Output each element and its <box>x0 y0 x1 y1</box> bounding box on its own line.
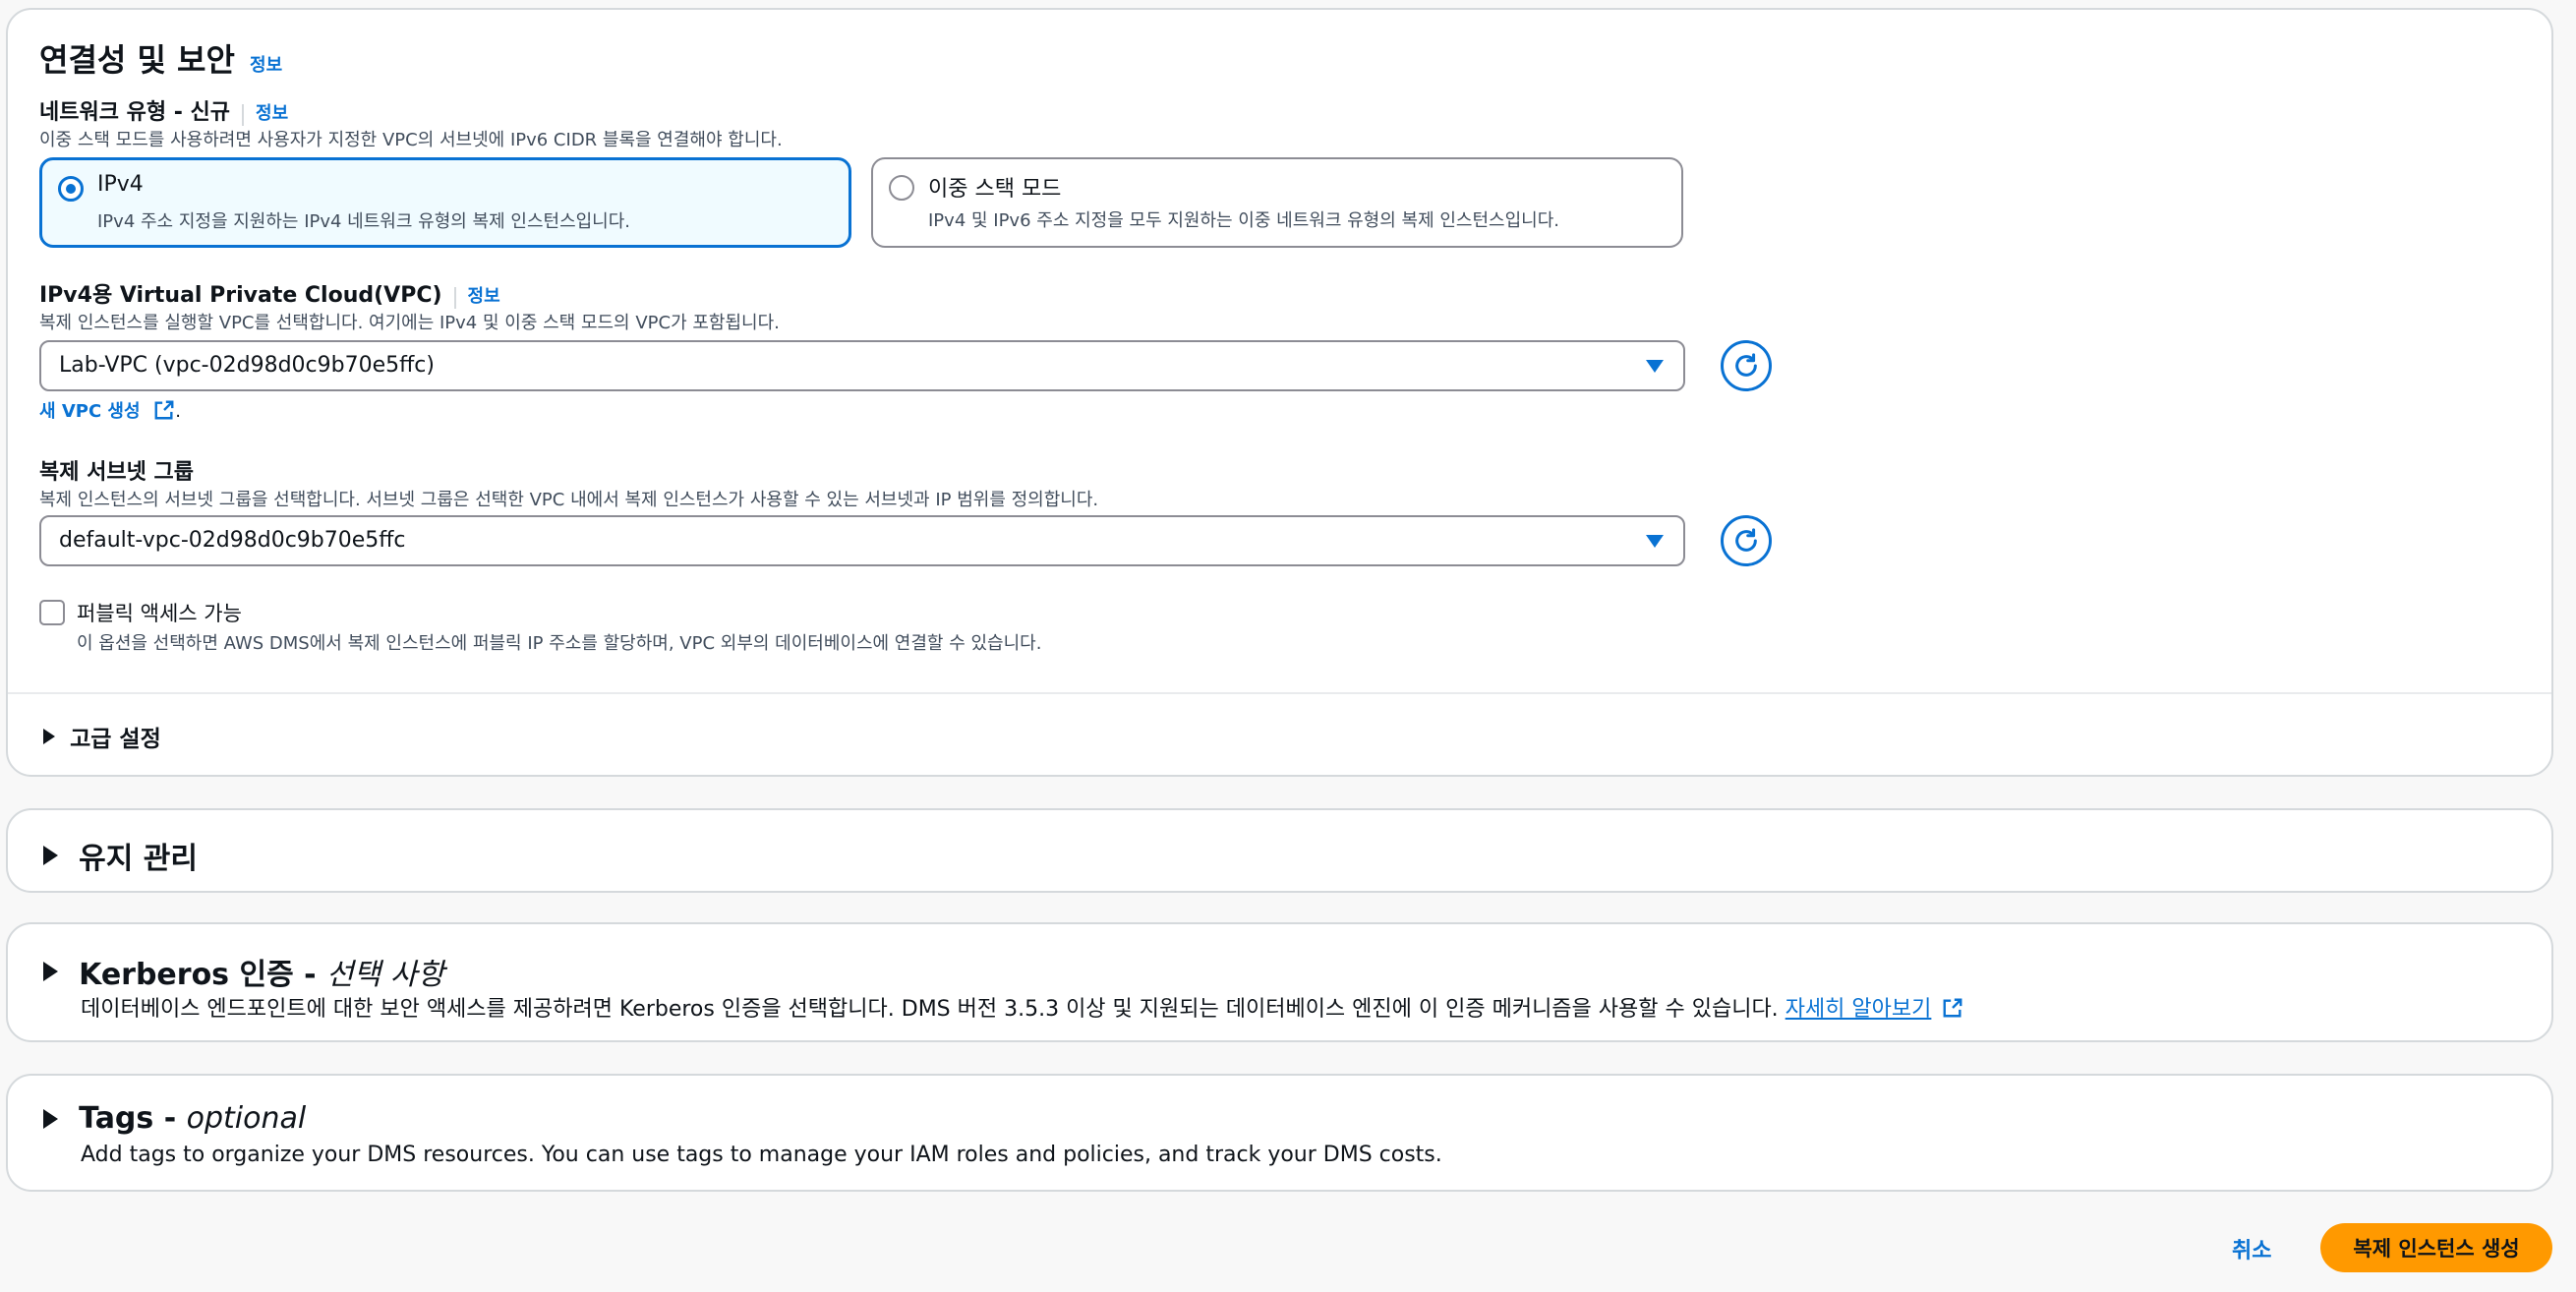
create-vpc-suffix: . <box>175 401 182 422</box>
separator <box>453 286 456 309</box>
dualstack-description: IPv4 및 IPv6 주소 지정을 모두 지원하는 이중 네트워크 유형의 복… <box>928 210 1559 231</box>
tags-panel: Tags - optional Add tags to organize you… <box>6 1074 2553 1192</box>
tags-title-optional: optional <box>186 1101 307 1136</box>
subnet-refresh-button[interactable] <box>1721 515 1772 566</box>
vpc-description: 복제 인스턴스를 실행할 VPC를 선택합니다. 여기에는 IPv4 및 이중 … <box>39 313 780 333</box>
external-link-icon <box>154 400 174 420</box>
maintenance-toggle[interactable]: 유지 관리 <box>43 834 198 877</box>
subnet-group-description: 복제 인스턴스의 서브넷 그룹을 선택합니다. 서브넷 그룹은 선택한 VPC … <box>39 490 1099 510</box>
create-vpc-link[interactable]: 새 VPC 생성 <box>39 401 141 422</box>
ipv4-title: IPv4 <box>97 172 144 197</box>
vpc-label-row: IPv4용 Virtual Private Cloud(VPC) 정보 <box>39 277 500 309</box>
dualstack-title: 이중 스택 모드 <box>928 177 1062 202</box>
ipv4-radio[interactable] <box>58 176 84 202</box>
caret-down-icon <box>1646 360 1664 373</box>
kerberos-panel: Kerberos 인증 - 선택 사항 데이터베이스 엔드포인트에 대한 보안 … <box>6 922 2553 1042</box>
subnet-group-select-value: default-vpc-02d98d0c9b70e5ffc <box>59 528 406 553</box>
network-type-label-row: 네트워크 유형 - 신규 정보 <box>39 94 288 126</box>
ipv4-description: IPv4 주소 지정을 지원하는 IPv4 네트워크 유형의 복제 인스턴스입니… <box>97 211 631 232</box>
create-vpc-row: 새 VPC 생성 . <box>39 397 181 423</box>
cancel-button[interactable]: 취소 <box>2232 1233 2271 1264</box>
subnet-group-label: 복제 서브넷 그룹 <box>39 460 194 485</box>
maintenance-title: 유지 관리 <box>79 842 198 876</box>
refresh-icon <box>1735 353 1757 377</box>
kerberos-toggle[interactable]: Kerberos 인증 - 선택 사항 <box>43 950 444 993</box>
tags-description: Add tags to organize your DMS resources.… <box>81 1143 1442 1167</box>
advanced-settings-label: 고급 설정 <box>70 727 161 752</box>
network-type-dualstack-tile[interactable]: 이중 스택 모드 IPv4 및 IPv6 주소 지정을 모두 지원하는 이중 네… <box>871 157 1683 248</box>
tags-title: Tags - <box>79 1101 187 1136</box>
network-type-ipv4-tile[interactable]: IPv4 IPv4 주소 지정을 지원하는 IPv4 네트워크 유형의 복제 인… <box>39 157 851 248</box>
kerberos-title-optional: 선택 사항 <box>326 958 444 992</box>
subnet-group-select[interactable]: default-vpc-02d98d0c9b70e5ffc <box>39 515 1685 566</box>
caret-down-icon <box>1646 535 1664 548</box>
caret-right-icon <box>43 962 58 981</box>
kerberos-description-row: 데이터베이스 엔드포인트에 대한 보안 액세스를 제공하려면 Kerberos … <box>81 991 1963 1023</box>
network-type-info-link[interactable]: 정보 <box>256 103 288 124</box>
caret-right-icon <box>43 729 55 744</box>
public-access-checkbox[interactable] <box>39 600 65 625</box>
public-access-label: 퍼블릭 액세스 가능 <box>77 602 242 625</box>
public-access-description: 이 옵션을 선택하면 AWS DMS에서 복제 인스턴스에 퍼블릭 IP 주소를… <box>77 633 1042 654</box>
caret-right-icon <box>43 1108 58 1129</box>
advanced-settings-toggle[interactable]: 고급 설정 <box>43 720 161 753</box>
connectivity-heading: 연결성 및 보안 정보 <box>39 35 282 81</box>
vpc-select[interactable]: Lab-VPC (vpc-02d98d0c9b70e5ffc) <box>39 340 1685 391</box>
info-link[interactable]: 정보 <box>250 55 282 76</box>
learn-more-link[interactable]: 자세히 알아보기 <box>1786 997 1932 1022</box>
create-replication-instance-button[interactable]: 복제 인스턴스 생성 <box>2320 1223 2552 1272</box>
tags-toggle[interactable]: Tags - optional <box>43 1101 306 1136</box>
separator <box>242 103 245 126</box>
vpc-label: IPv4용 Virtual Private Cloud(VPC) <box>39 283 442 308</box>
maintenance-panel: 유지 관리 <box>6 808 2553 893</box>
section-title: 연결성 및 보안 <box>39 41 235 79</box>
divider <box>8 692 2551 694</box>
network-type-label: 네트워크 유형 - 신규 <box>39 100 231 125</box>
kerberos-title: Kerberos 인증 - <box>79 958 327 992</box>
vpc-info-link[interactable]: 정보 <box>468 286 500 307</box>
dualstack-radio[interactable] <box>889 175 914 201</box>
vpc-select-value: Lab-VPC (vpc-02d98d0c9b70e5ffc) <box>59 353 435 378</box>
caret-right-icon <box>43 846 58 865</box>
vpc-refresh-button[interactable] <box>1721 340 1772 391</box>
network-type-description: 이중 스택 모드를 사용하려면 사용자가 지정한 VPC의 서브넷에 IPv6 … <box>39 130 783 150</box>
connectivity-security-panel: 연결성 및 보안 정보 네트워크 유형 - 신규 정보 이중 스택 모드를 사용하… <box>6 8 2553 777</box>
kerberos-description: 데이터베이스 엔드포인트에 대한 보안 액세스를 제공하려면 Kerberos … <box>81 997 1779 1022</box>
refresh-icon <box>1735 528 1757 552</box>
external-link-icon <box>1943 998 1962 1018</box>
